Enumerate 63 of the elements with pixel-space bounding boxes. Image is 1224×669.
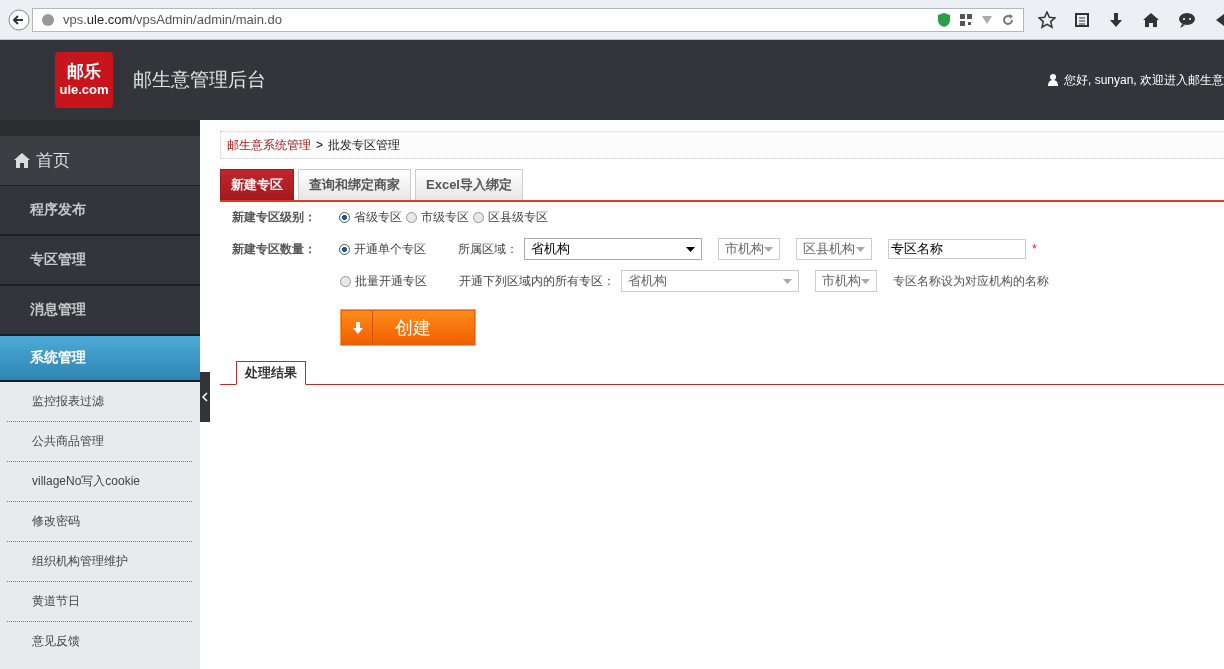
field-label: 新建专区数量： — [232, 240, 317, 258]
submenu-item[interactable]: 组织机构管理维护 — [32, 553, 128, 570]
dropdown-value: 区县机构 — [803, 240, 855, 258]
dropdown-value: 省机构 — [628, 272, 667, 290]
radio-label: 省级专区 — [354, 208, 402, 226]
home-menu-item[interactable]: 首页 — [0, 136, 200, 186]
tab[interactable]: 新建专区 — [220, 169, 294, 200]
breadcrumb-separator: > — [316, 138, 323, 152]
dropdown-value: 市机构 — [725, 240, 764, 258]
dropdown[interactable]: 省机构 — [524, 238, 702, 260]
url-text: vps.ule.com/vpsAdmin/admin/main.do — [63, 12, 282, 27]
greeting-text: 您好, sunyan, 欢迎进入邮生意 — [1063, 71, 1224, 89]
sidebar-item[interactable]: 程序发布 — [0, 186, 200, 236]
collapse-handle-icon[interactable] — [200, 372, 210, 422]
radio-button[interactable] — [340, 275, 351, 287]
radio-button[interactable] — [339, 211, 350, 223]
shield-icon[interactable] — [937, 11, 951, 28]
radio-button[interactable] — [339, 243, 350, 255]
dropdown-value: 市机构 — [822, 272, 861, 290]
chat-icon[interactable] — [1178, 11, 1196, 28]
radio-label: 区县级专区 — [488, 208, 548, 226]
field-label: 新建专区级别： — [232, 208, 317, 226]
tab[interactable]: 查询和绑定商家 — [298, 169, 411, 200]
down-arrow-icon[interactable] — [353, 321, 363, 334]
submenu-item[interactable]: 意见反馈 — [32, 633, 80, 650]
field-label: 开通下列区域内的所有专区： — [459, 272, 615, 290]
arrow-icon[interactable] — [1214, 11, 1224, 28]
app-title: 邮生意管理后台 — [133, 68, 266, 92]
user-icon[interactable] — [1047, 74, 1058, 86]
logo-text: 邮乐 — [67, 62, 101, 82]
required-mark: * — [1032, 242, 1037, 256]
back-icon[interactable] — [8, 8, 30, 31]
breadcrumb-link[interactable]: 邮生意系统管理 — [227, 136, 311, 154]
star-icon[interactable] — [1038, 10, 1056, 29]
logo-text: ule.com — [59, 82, 109, 98]
address-field[interactable]: vps.ule.com/vpsAdmin/admin/main.do — [32, 7, 1024, 32]
submenu-item[interactable]: 黄道节日 — [32, 593, 80, 610]
submenu-item[interactable]: 公共商品管理 — [32, 433, 104, 450]
home-icon[interactable] — [14, 153, 30, 168]
field-label: 所属区域： — [458, 240, 518, 258]
sidebar-item[interactable]: 专区管理 — [0, 236, 200, 286]
globe-icon[interactable] — [41, 12, 55, 27]
radio-button[interactable] — [406, 211, 417, 223]
radio-label: 市级专区 — [421, 208, 469, 226]
submenu-item[interactable]: 修改密码 — [32, 513, 80, 530]
hint-text: 专区名称设为对应机构的名称 — [893, 272, 1049, 290]
submenu-item[interactable]: villageNo写入cookie — [32, 473, 141, 490]
caret-icon[interactable] — [686, 246, 695, 252]
name-input[interactable]: 专区名称 — [888, 239, 1026, 259]
home-icon[interactable] — [1142, 11, 1160, 28]
radio-label: 批量开通专区 — [355, 272, 427, 290]
sidebar-item[interactable]: 消息管理 — [0, 286, 200, 336]
breadcrumb-current: 批发专区管理 — [328, 136, 400, 154]
download-icon[interactable] — [1108, 11, 1124, 28]
submenu-item[interactable]: 监控报表过滤 — [32, 393, 104, 410]
reload-icon[interactable] — [1001, 12, 1015, 27]
radio-label: 开通单个专区 — [354, 240, 426, 258]
dropdown-value: 省机构 — [531, 240, 570, 258]
tab[interactable]: 处理结果 — [236, 361, 306, 385]
tab[interactable]: Excel导入绑定 — [415, 169, 523, 200]
qr-code-icon[interactable] — [959, 12, 973, 27]
list-icon[interactable] — [1074, 11, 1090, 28]
radio-button[interactable] — [473, 211, 484, 223]
